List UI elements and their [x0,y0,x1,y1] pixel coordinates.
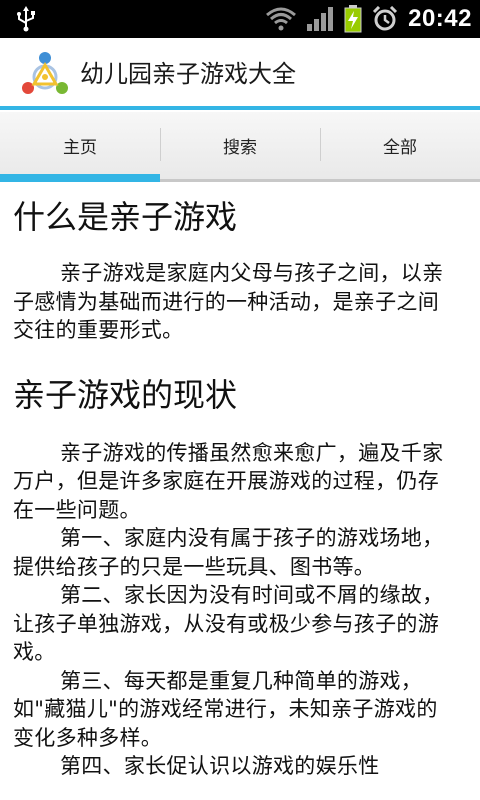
article-paragraph: 第三、每天都是重复几种简单的游戏，如"藏猫儿"的游戏经常进行，未知亲子游戏的变化… [13,668,438,750]
tab-bar: 主页 搜索 全部 [0,112,480,182]
tab-all[interactable]: 全部 [320,112,480,179]
article-paragraph: 亲子游戏是家庭内父母与孩子之间，以亲子感情为基础而进行的一种活动，是亲子之间交往… [13,261,444,342]
app-title: 幼儿园亲子游戏大全 [80,60,296,88]
article-paragraph: 第二、家长因为没有时间或不屑的缘故，让孩子单独游戏，从没有或极少参与孩子的游戏。 [13,583,444,664]
app-header: 幼儿园亲子游戏大全 [0,38,480,110]
tab-label: 搜索 [223,138,257,158]
tab-label: 全部 [383,138,417,158]
tab-label: 主页 [63,138,97,158]
article-heading: 什么是亲子游戏 [13,198,238,236]
wifi-icon [266,7,297,31]
tab-home[interactable]: 主页 [0,112,160,182]
alarm-icon [373,6,398,31]
tab-selected-indicator [0,174,160,182]
article-content[interactable]: 什么是亲子游戏 亲子游戏是家庭内父母与孩子之间，以亲子感情为基础而进行的一种活动… [0,185,480,800]
status-bar: 20:42 [0,0,480,38]
article-heading: 亲子游戏的现状 [13,375,238,414]
article-paragraph: 亲子游戏的传播虽然愈来愈广，遍及千家万户，但是许多家庭在开展游戏的过程，仍存在一… [13,440,444,522]
clock: 20:42 [408,5,472,32]
tab-search[interactable]: 搜索 [160,112,320,179]
app-logo-icon [22,52,68,94]
article-paragraph: 第四、家长促认识以游戏的娱乐性 [60,754,380,778]
signal-icon [307,7,334,31]
article-paragraph: 第一、家庭内没有属于孩子的游戏场地，提供给孩子的只是一些玩具、图书等。 [13,526,444,579]
usb-icon [17,6,35,32]
battery-charging-icon [344,5,362,33]
